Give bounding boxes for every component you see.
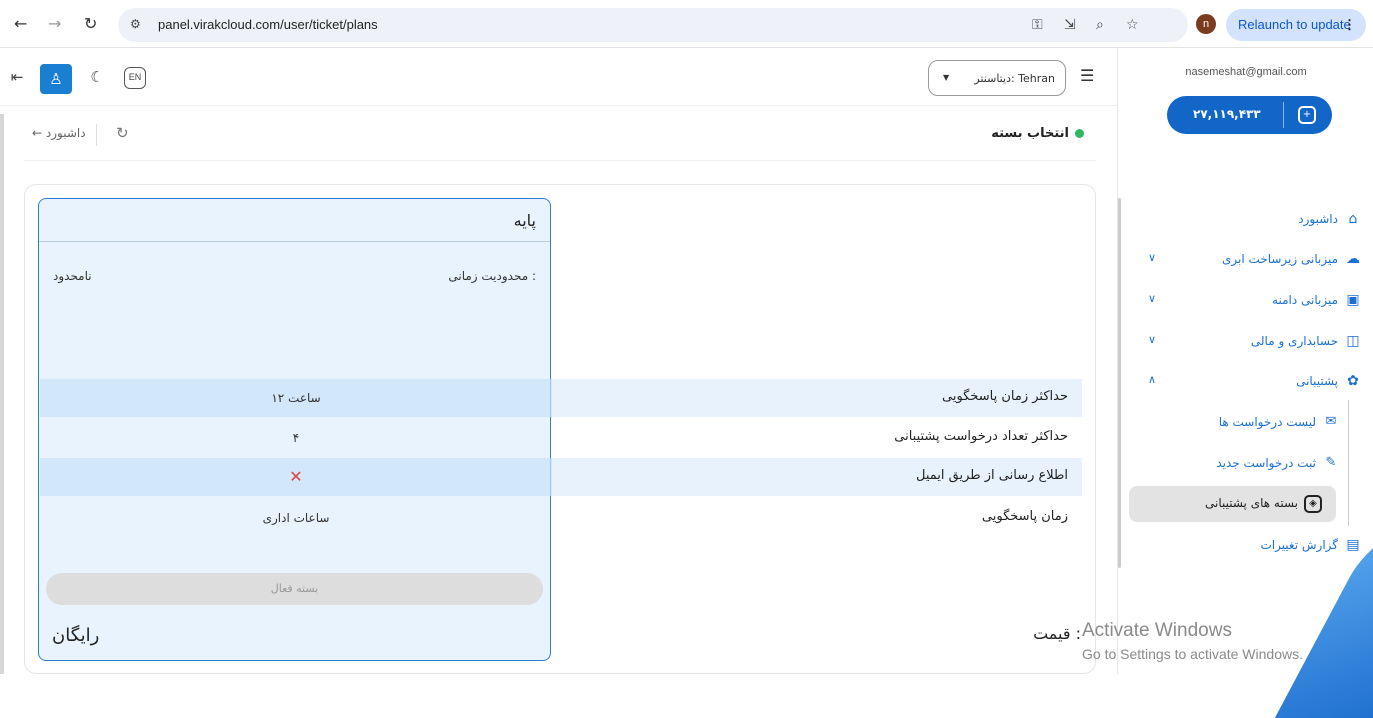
watermark-line2: Go to Settings to activate Windows. xyxy=(1082,646,1303,662)
menu-dots-icon[interactable]: ⋮ xyxy=(1343,9,1356,41)
caret-down-icon: ▼ xyxy=(943,73,950,82)
site-settings-icon[interactable]: ⚙ xyxy=(130,17,141,31)
install-icon[interactable]: ⇲ xyxy=(1064,17,1076,33)
sidebar-item-label: پشتیبانی xyxy=(1296,374,1338,388)
package-icon: ◈ xyxy=(1304,495,1322,513)
user-email: nasemeshat@gmail.com xyxy=(1185,66,1307,78)
plan-feature-value: ساعات اداری xyxy=(262,511,330,525)
home-icon: ⌂ xyxy=(1348,211,1358,227)
active-plan-button[interactable]: بسته فعال xyxy=(46,573,543,605)
relaunch-label: Relaunch to update xyxy=(1238,17,1351,32)
time-limit-label: محدودیت زمانی : xyxy=(448,269,536,283)
language-button[interactable]: EN xyxy=(124,67,146,89)
bookmark-star-icon[interactable]: ☆ xyxy=(1126,17,1139,33)
sidebar: nasemeshat@gmail.com + ۲۷,۱۱۹,۴۳۳ ⌂ داشب… xyxy=(1117,48,1373,718)
chevron-down-icon: ∨ xyxy=(1148,333,1157,346)
breadcrumb-back-label: داشبورد xyxy=(45,126,86,140)
cross-icon: ✕ xyxy=(289,467,303,486)
profile-avatar[interactable]: n xyxy=(1196,14,1216,34)
sidebar-subitem-new-ticket[interactable]: ✎ ثبت درخواست جدید xyxy=(1118,452,1373,476)
feature-label: اطلاع رسانی از طریق ایمیل xyxy=(916,468,1068,483)
plan-feature-value: ✕ xyxy=(40,458,552,496)
sidebar-item-accounting[interactable]: ◫ حسابداری و مالی ∨ xyxy=(1118,330,1373,354)
sidebar-item-dashboard[interactable]: ⌂ داشبورد xyxy=(1118,208,1373,232)
user-icon[interactable]: ♙ xyxy=(40,64,72,94)
url-text: panel.virakcloud.com/user/ticket/plans xyxy=(158,17,378,32)
wallet-divider xyxy=(1283,102,1284,128)
hamburger-menu-icon[interactable]: ☰ xyxy=(1080,66,1094,85)
feature-label: حداکثر تعداد درخواست پشتیبانی xyxy=(894,429,1068,444)
plan-feature-value: ۱۲ ساعت xyxy=(40,379,552,417)
chat-icon: ✎ xyxy=(1325,455,1337,470)
chevron-down-icon: ∨ xyxy=(1148,292,1157,305)
plan-divider xyxy=(39,241,550,242)
cloud-icon: ☁ xyxy=(1346,251,1360,267)
sidebar-item-label: میزبانی زیرساخت ابری xyxy=(1222,252,1338,266)
price-label: قیمت : xyxy=(1033,624,1081,643)
relaunch-button[interactable]: Relaunch to update ⋮ xyxy=(1226,9,1366,41)
envelope-icon: ✉ xyxy=(1325,414,1337,429)
support-icon: ✿ xyxy=(1347,373,1359,389)
wallet-icon: ◫ xyxy=(1346,333,1360,349)
sidebar-item-label: میزبانی دامنه xyxy=(1272,293,1338,307)
app-topbar: ⇤ ♙ ☾ EN دیتاسنتر: Tehran ▼ ☰ xyxy=(0,48,1117,106)
sidebar-item-label: گزارش تغییرات xyxy=(1260,538,1338,552)
sidebar-subitem-label: بسته های پشتیبانی xyxy=(1204,496,1298,510)
reload-icon[interactable]: ↻ xyxy=(84,14,97,34)
breadcrumb: ← داشبورد ↻ انتخاب بسته xyxy=(24,114,1096,161)
chevron-up-icon: ∧ xyxy=(1148,373,1157,386)
key-icon[interactable]: ⚿ xyxy=(1032,17,1043,33)
datacenter-label: دیتاسنتر: Tehran xyxy=(974,72,1055,85)
changelog-icon: ▤ xyxy=(1346,537,1360,553)
sidebar-item-domain[interactable]: ▣ میزبانی دامنه ∨ xyxy=(1118,289,1373,313)
sidebar-item-support[interactable]: ✿ پشتیبانی ∧ xyxy=(1118,370,1373,394)
watermark-line1: Activate Windows xyxy=(1082,620,1232,641)
zoom-icon[interactable]: ⌕ xyxy=(1096,17,1104,33)
dns-icon: ▣ xyxy=(1346,292,1360,308)
left-accent-bar xyxy=(0,114,4,674)
status-dot xyxy=(1075,129,1084,138)
refresh-icon[interactable]: ↻ xyxy=(116,124,129,142)
time-limit-value: نامحدود xyxy=(53,269,92,283)
breadcrumb-divider xyxy=(96,124,97,146)
page-title: انتخاب بسته xyxy=(991,126,1084,141)
add-funds-icon: + xyxy=(1298,106,1316,124)
sidebar-item-label: حسابداری و مالی xyxy=(1250,334,1338,348)
plan-feature-value: ۴ xyxy=(292,431,300,445)
back-arrow-icon[interactable]: ← xyxy=(14,14,27,34)
address-bar[interactable]: ⚙ panel.virakcloud.com/user/ticket/plans… xyxy=(118,8,1188,42)
feature-label: حداکثر زمان پاسخگویی xyxy=(942,389,1068,404)
wallet-amount: ۲۷,۱۱۹,۴۳۳ xyxy=(1193,107,1261,121)
browser-toolbar: ← → ↻ ⚙ panel.virakcloud.com/user/ticket… xyxy=(0,0,1373,48)
plan-name: پایه xyxy=(513,211,536,230)
breadcrumb-back-link[interactable]: ← داشبورد xyxy=(32,126,86,140)
sidebar-subitem-label: لیست درخواست ها xyxy=(1218,415,1316,429)
datacenter-select[interactable]: دیتاسنتر: Tehran ▼ xyxy=(928,60,1066,96)
sidebar-subitem-ticket-list[interactable]: ✉ لیست درخواست ها xyxy=(1118,411,1373,435)
sidebar-item-label: داشبورد xyxy=(1298,212,1338,226)
chevron-down-icon: ∨ xyxy=(1148,251,1157,264)
sidebar-item-cloud[interactable]: ☁ میزبانی زیرساخت ابری ∨ xyxy=(1118,248,1373,272)
feature-label: زمان پاسخگویی xyxy=(981,509,1068,524)
forward-arrow-icon[interactable]: → xyxy=(48,14,61,34)
wallet-button[interactable]: + ۲۷,۱۱۹,۴۳۳ xyxy=(1167,96,1332,134)
sidebar-subitem-label: ثبت درخواست جدید xyxy=(1216,456,1316,470)
sidebar-subitem-support-plans[interactable]: ◈ بسته های پشتیبانی xyxy=(1129,486,1336,522)
logout-icon[interactable]: ⇤ xyxy=(6,66,28,88)
moon-icon[interactable]: ☾ xyxy=(86,66,108,88)
plan-price: رایگان xyxy=(52,625,100,646)
sidebar-item-changelog[interactable]: ▤ گزارش تغییرات xyxy=(1118,534,1373,558)
